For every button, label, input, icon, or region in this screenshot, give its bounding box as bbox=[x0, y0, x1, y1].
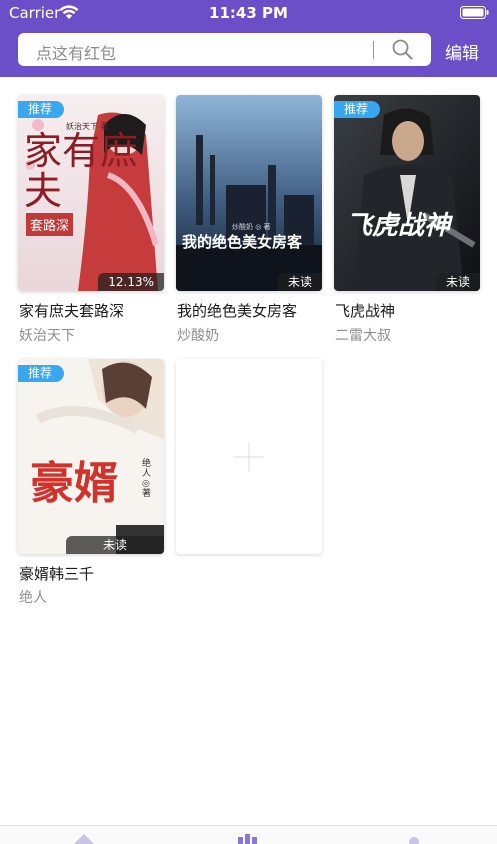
book-cover[interactable]: 炒酸奶 ◎ 著 我的绝色美女房客 未读 bbox=[176, 95, 322, 291]
read-progress: 未读 bbox=[277, 273, 322, 291]
book-title[interactable]: 豪婿韩三千 bbox=[19, 563, 94, 584]
cover-subtitle: 套路深 bbox=[26, 213, 74, 236]
cover-title-art: 豪婿 bbox=[30, 458, 118, 509]
add-icon[interactable] bbox=[234, 442, 264, 472]
top-header: Carrier 11:43 PM 点这有红包 编辑 bbox=[0, 0, 497, 77]
search-bar[interactable]: 点这有红包 bbox=[18, 33, 431, 66]
recommend-badge: 推荐 bbox=[18, 365, 65, 382]
book-author: 炒酸奶 bbox=[177, 328, 219, 344]
read-progress: 未读 bbox=[435, 273, 480, 291]
bottom-tab-bar bbox=[0, 825, 497, 844]
recommend-badge: 推荐 bbox=[18, 101, 65, 118]
add-book-button[interactable] bbox=[176, 359, 322, 554]
book-title[interactable]: 家有庶夫套路深 bbox=[19, 300, 124, 321]
read-progress: 12.13% bbox=[98, 273, 164, 291]
book-author: 二雷大叔 bbox=[335, 328, 391, 344]
cover-author: 绝人 ◎ 著 bbox=[142, 459, 152, 499]
search-divider bbox=[373, 41, 374, 59]
profile-tab-icon[interactable] bbox=[402, 832, 426, 844]
book-title[interactable]: 飞虎战神 bbox=[335, 300, 395, 321]
cover-title-art: 我的绝色美女房客 bbox=[182, 233, 303, 251]
book-title[interactable]: 我的绝色美女房客 bbox=[177, 300, 297, 321]
book-cover[interactable]: 家有庶夫 套路深 妖治天下 著 推荐 12.13% bbox=[18, 95, 164, 291]
edit-button[interactable]: 编辑 bbox=[445, 39, 479, 64]
status-time: 11:43 PM bbox=[209, 4, 288, 22]
book-cover[interactable]: 豪婿 绝人 ◎ 著 推荐 未读 bbox=[18, 359, 164, 554]
status-bar: Carrier 11:43 PM bbox=[0, 0, 497, 26]
cover-art-3 bbox=[334, 95, 480, 291]
cover-art-2 bbox=[176, 95, 322, 291]
search-icon[interactable] bbox=[392, 39, 413, 60]
book-author: 妖治天下 bbox=[19, 328, 75, 344]
library-tab-icon[interactable] bbox=[236, 832, 260, 844]
read-progress: 未读 bbox=[66, 536, 164, 554]
book-cover[interactable]: 飞虎战神 推荐 未读 bbox=[334, 95, 480, 291]
recommend-badge: 推荐 bbox=[334, 101, 381, 118]
search-placeholder[interactable]: 点这有红包 bbox=[36, 40, 116, 64]
battery-icon bbox=[460, 6, 489, 19]
cover-title-art: 飞虎战神 bbox=[346, 211, 451, 241]
cover-author: 妖治天下 著 bbox=[66, 122, 109, 131]
book-author: 绝人 bbox=[19, 590, 47, 606]
home-tab-icon[interactable] bbox=[72, 832, 96, 844]
cover-title-art: 家有庶夫 bbox=[24, 129, 139, 213]
